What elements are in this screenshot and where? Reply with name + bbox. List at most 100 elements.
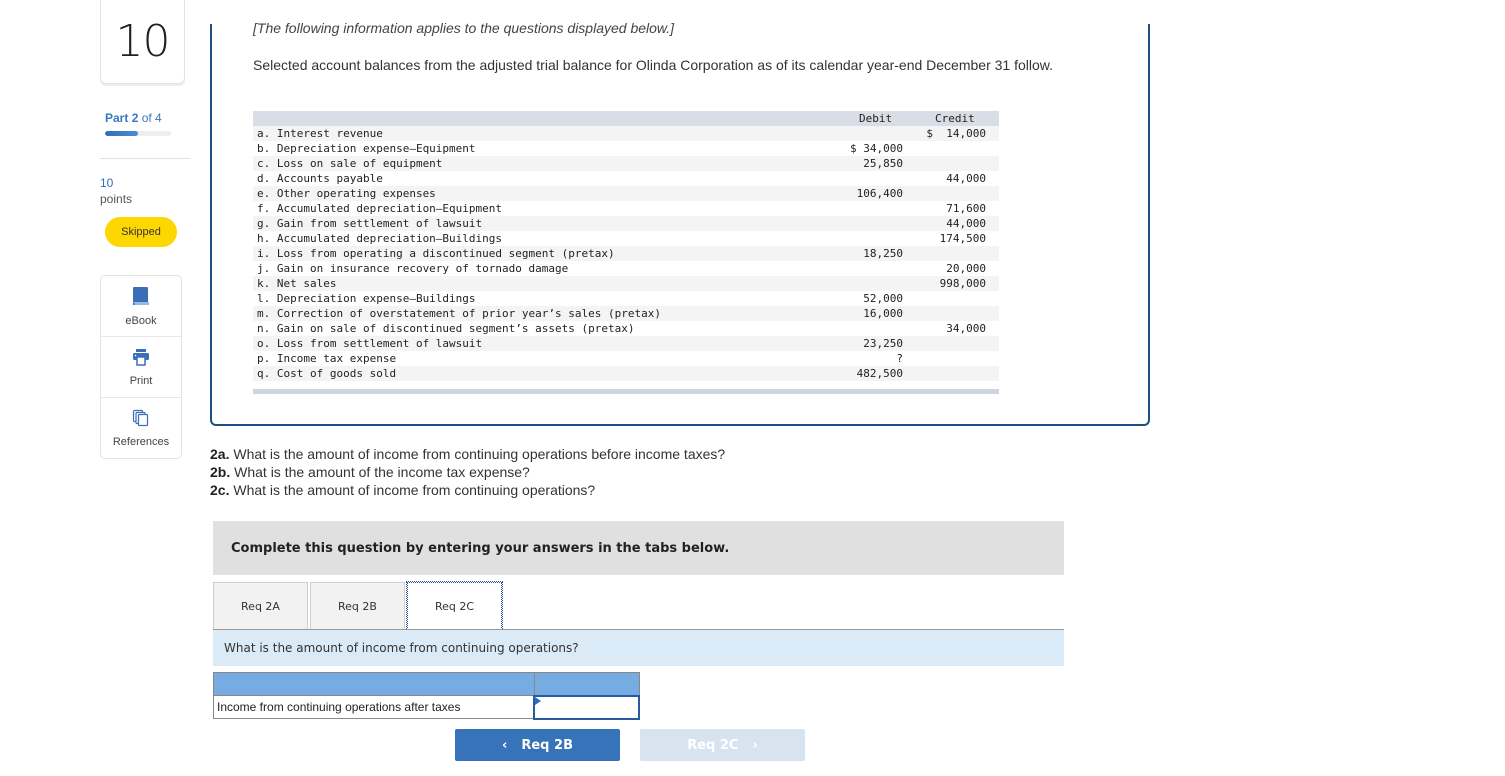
tab-req-2a[interactable]: Req 2A [213,582,308,630]
table-row: f. Accumulated depreciation—Equipment 71,… [253,201,999,216]
table-row: p. Income tax expense? [253,351,999,366]
ebook-label: eBook [125,314,157,327]
table-row: e. Other operating expenses 106,400 [253,186,999,201]
points-label: points [100,192,133,206]
question-label: 2c. [210,482,230,498]
table-row: g. Gain from settlement of lawsuit 44,000 [253,216,999,231]
table-row: d. Accounts payable 44,000 [253,171,999,186]
tab-req-2c[interactable]: Req 2C [406,581,503,631]
credit-value: 20,000 [946,262,986,275]
credit-value: 174,500 [939,232,986,245]
tools-panel: eBook Print References [100,275,182,459]
debit-value: 482,500 [856,367,903,380]
tab-req-2b[interactable]: Req 2B [310,582,405,630]
prev-req-label: Req 2B [521,737,573,753]
table-row: n. Gain on sale of discontinued segment’… [253,321,999,336]
debit-value: 25,850 [863,157,903,170]
account-name: c. Loss on sale of equipment [257,157,443,170]
question-2b: 2b. What is the amount of the income tax… [210,463,725,481]
account-name: o. Loss from settlement of lawsuit [257,337,483,350]
table-row: j. Gain on insurance recovery of tornado… [253,261,999,276]
references-button[interactable]: References [101,398,181,459]
table-row: l. Depreciation expense—Buildings 52,000 [253,291,999,306]
answer-row-label: Income from continuing operations after … [213,695,535,719]
question-number-card: 10 [100,0,185,84]
credit-value: $ 14,000 [926,127,986,140]
question-text: What is the amount of income from contin… [229,446,726,462]
points-value: 10 [100,176,114,190]
status-badge[interactable]: Skipped [105,217,177,247]
table-row: o. Loss from settlement of lawsuit 23,250 [253,336,999,351]
part-progress-bar [105,131,171,136]
table-row: a. Interest revenue $ 14,000 [253,126,999,141]
account-name: h. Accumulated depreciation—Buildings [257,232,503,245]
account-name: j. Gain on insurance recovery of tornado… [257,262,569,275]
debit-value: 18,250 [863,247,903,260]
ebook-button[interactable]: eBook [101,276,181,337]
debit-value: 106,400 [856,187,903,200]
table-header: Debit Credit [253,111,999,126]
question-2c: 2c. What is the amount of income from co… [210,481,725,499]
divider [100,158,190,159]
next-req-label: Req 2C [687,737,739,753]
question-2a: 2a. What is the amount of income from co… [210,445,725,463]
credit-value: 34,000 [946,322,986,335]
chevron-left-icon: ‹ [502,737,508,753]
credit-header: Credit [935,112,975,125]
credit-value: 44,000 [946,217,986,230]
references-icon [132,409,150,432]
question-text: What is the amount of the income tax exp… [230,464,530,480]
debit-header: Debit [859,112,893,125]
table-body: a. Interest revenue $ 14,000 b. Depreciat… [253,126,999,381]
input-marker-icon [535,696,542,705]
prev-req-button[interactable]: ‹ Req 2B [455,729,620,761]
answer-table: Income from continuing operations after … [213,672,640,720]
table-row: q. Cost of goods sold 482,500 [253,366,999,381]
account-name: n. Gain on sale of discontinued segment’… [257,322,635,335]
part-progress-fill [105,131,138,136]
account-name: m. Correction of overstatement of prior … [257,307,661,320]
account-name: f. Accumulated depreciation—Equipment [257,202,503,215]
instructions-banner: Complete this question by entering your … [213,521,1064,575]
active-question-bar: What is the amount of income from contin… [213,630,1064,666]
account-name: a. Interest revenue [257,127,383,140]
chevron-right-icon: › [752,737,758,753]
requirement-tabs: Req 2A Req 2B Req 2C [213,581,504,631]
print-label: Print [129,374,153,387]
credit-value: 998,000 [939,277,986,290]
table-footer-bar [253,389,999,394]
trial-balance-table: Debit Credit a. Interest revenue $ 14,000… [253,111,999,394]
intro-note: [The following information applies to th… [253,20,675,36]
account-name: p. Income tax expense [257,352,397,365]
income-continuing-ops-input[interactable] [535,697,638,717]
credit-value: 71,600 [946,202,986,215]
question-text: What is the amount of income from contin… [229,482,596,498]
table-row: m. Correction of overstatement of prior … [253,306,999,321]
question-label: 2a. [210,446,230,462]
debit-value: $ 34,000 [850,142,903,155]
account-name: l. Depreciation expense—Buildings [257,292,476,305]
account-name: i. Loss from operating a discontinued se… [257,247,615,260]
print-button[interactable]: Print [101,337,181,398]
question-label: 2b. [210,464,231,480]
account-name: d. Accounts payable [257,172,383,185]
references-label: References [112,436,170,448]
table-row: h. Accumulated depreciation—Buildings 174… [253,231,999,246]
table-row: c. Loss on sale of equipment 25,850 [253,156,999,171]
part-indicator: Part 2 of 4 [105,111,162,125]
account-name: g. Gain from settlement of lawsuit [257,217,483,230]
part-total: of 4 [141,111,162,125]
answer-table-header [213,672,640,696]
table-row: b. Depreciation expense—Equipment $ 34,00… [253,141,999,156]
account-name: k. Net sales [257,277,337,290]
table-row: i. Loss from operating a discontinued se… [253,246,999,261]
part-current: 2 [131,111,139,125]
printer-icon [132,348,150,371]
account-name: e. Other operating expenses [257,187,436,200]
question-number: 10 [115,16,171,67]
next-req-button: Req 2C › [640,729,805,761]
credit-value: 44,000 [946,172,986,185]
debit-value: 23,250 [863,337,903,350]
table-row: k. Net sales 998,000 [253,276,999,291]
debit-value: ? [896,352,903,365]
